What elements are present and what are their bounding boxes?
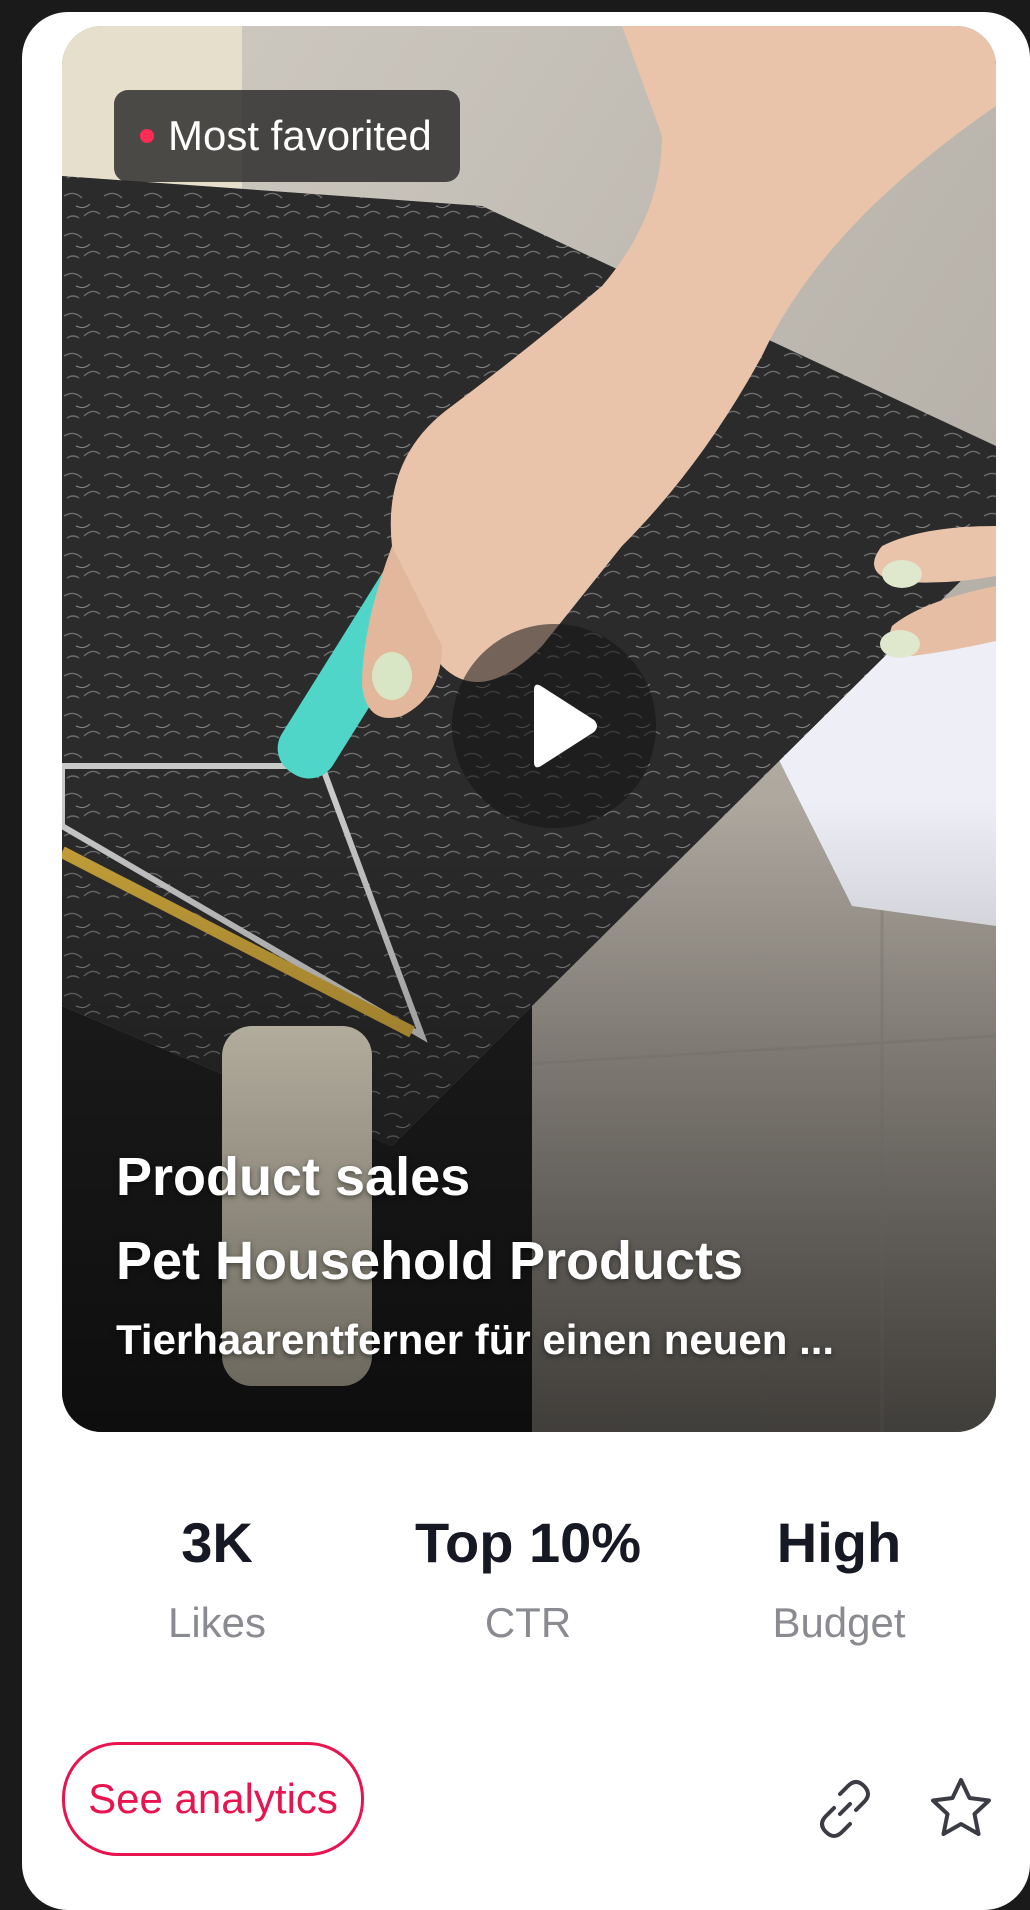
caption-subcategory: Pet Household Products [116, 1231, 744, 1291]
stat-ctr: Top 10% CTR [378, 1510, 678, 1647]
product-card: Most favorited Product sales Pet Househo… [22, 12, 1030, 1910]
most-favorited-badge: Most favorited [114, 90, 460, 182]
stat-label: CTR [484, 1599, 572, 1646]
status-dot-icon [140, 129, 154, 143]
video-thumbnail[interactable]: Most favorited Product sales Pet Househo… [62, 26, 996, 1432]
play-icon [534, 684, 597, 768]
stat-label: Budget [772, 1599, 906, 1646]
stat-value: 3K [181, 1511, 253, 1574]
stat-label: Likes [167, 1599, 267, 1646]
caption-product-title: Tierhaarentferner für einen neuen ... [116, 1316, 835, 1363]
stat-value: Top 10% [414, 1511, 642, 1574]
stat-budget: High Budget [689, 1510, 989, 1647]
badge-label: Most favorited [168, 112, 432, 159]
star-icon [931, 1778, 991, 1836]
favorite-button[interactable] [926, 1774, 996, 1844]
see-analytics-button[interactable]: See analytics [62, 1742, 364, 1856]
stat-likes: 3K Likes [67, 1510, 367, 1647]
caption-category: Product sales [116, 1147, 471, 1207]
link-icon [820, 1780, 870, 1838]
stat-value: High [776, 1511, 902, 1574]
play-button[interactable] [452, 624, 656, 828]
copy-link-button[interactable] [810, 1774, 880, 1844]
